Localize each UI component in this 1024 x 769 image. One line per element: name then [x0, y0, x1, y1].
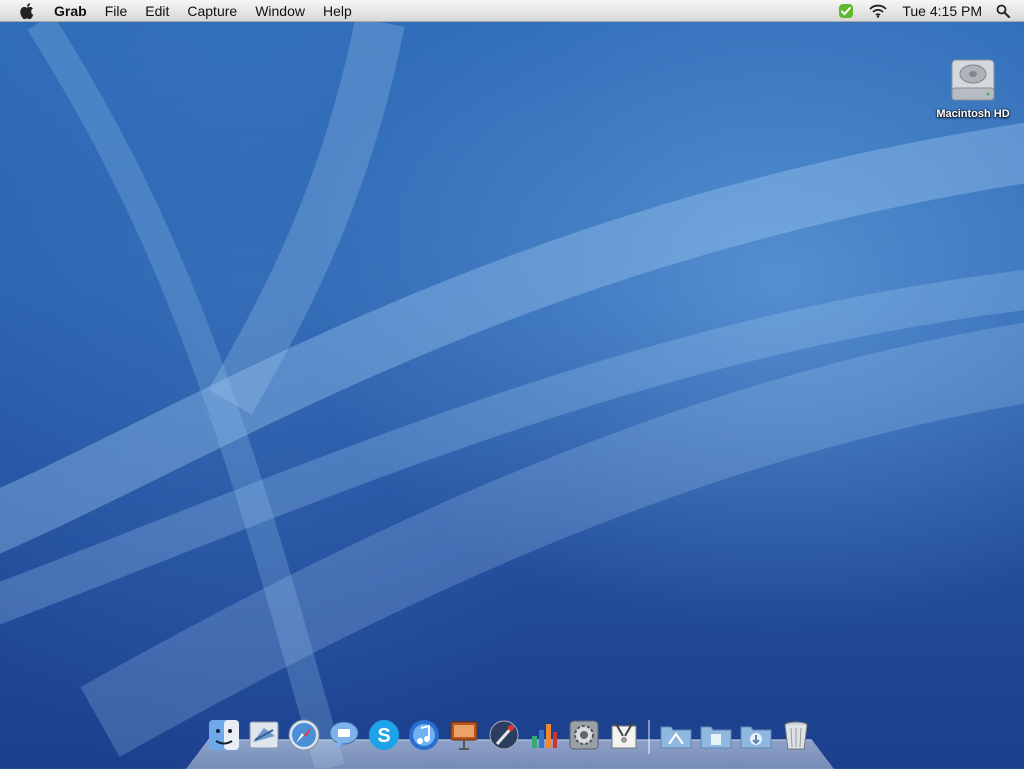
dock: S [186, 716, 834, 769]
safari-icon[interactable] [286, 716, 322, 754]
dashboard-icon[interactable] [526, 716, 562, 754]
finder-icon[interactable] [206, 716, 242, 754]
itunes-icon[interactable] [406, 716, 442, 754]
menu-capture[interactable]: Capture [178, 0, 246, 22]
menu-help[interactable]: Help [314, 0, 361, 22]
menu-edit[interactable]: Edit [136, 0, 178, 22]
documents-folder-icon[interactable] [698, 716, 734, 754]
menu-bar: Grab File Edit Capture Window Help Tue 4… [0, 0, 1024, 22]
wallpaper-waves [0, 22, 1024, 768]
desktop-background: Macintosh HD [0, 22, 1024, 768]
system-preferences-icon[interactable] [566, 716, 602, 754]
svg-text:S: S [377, 725, 390, 747]
wifi-icon[interactable] [869, 2, 888, 20]
mail-icon[interactable] [246, 716, 282, 754]
grab-icon[interactable] [606, 716, 642, 754]
downloads-folder-icon[interactable] [738, 716, 774, 754]
applications-folder-icon[interactable] [658, 716, 694, 754]
instruments-icon[interactable] [486, 716, 522, 754]
keynote-icon[interactable] [446, 716, 482, 754]
desktop-icon-label: Macintosh HD [936, 108, 1010, 120]
dock-separator [648, 720, 650, 754]
spotlight-search-icon[interactable] [994, 2, 1012, 20]
menu-file[interactable]: File [96, 0, 137, 22]
trash-icon[interactable] [778, 716, 814, 754]
desktop-icon-macintosh-hd[interactable]: Macintosh HD [930, 52, 1016, 120]
skype-icon[interactable]: S [366, 716, 402, 754]
checkmark-status-icon[interactable] [837, 2, 855, 20]
hard-drive-icon [946, 52, 1000, 106]
menu-window[interactable]: Window [246, 0, 314, 22]
apple-menu-icon[interactable] [18, 2, 38, 20]
ichat-icon[interactable] [326, 716, 362, 754]
app-menu-grab[interactable]: Grab [50, 0, 96, 22]
menu-clock[interactable]: Tue 4:15 PM [894, 3, 994, 19]
